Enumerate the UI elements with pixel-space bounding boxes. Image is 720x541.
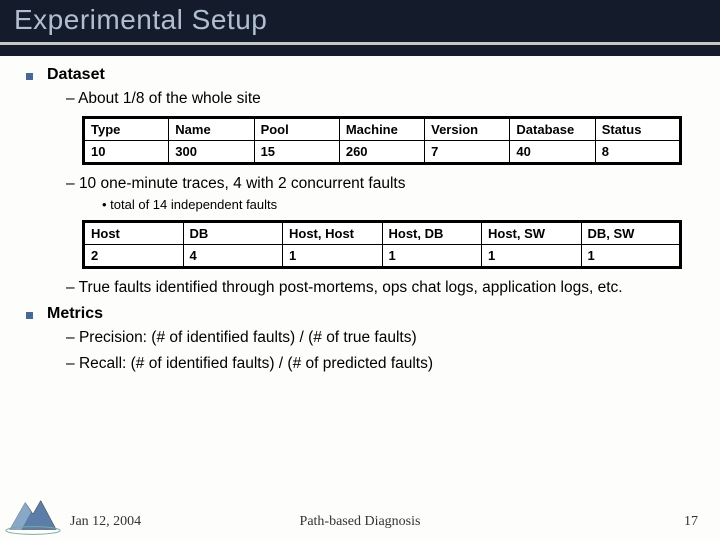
metrics-precision: Precision: (# of identified faults) / (#… xyxy=(66,329,694,347)
cell: DB xyxy=(183,222,283,245)
title-band: Experimental Setup xyxy=(0,0,720,56)
square-bullet-icon xyxy=(26,73,33,80)
dataset-sub1: About 1/8 of the whole site xyxy=(66,90,694,108)
cell: Status xyxy=(595,118,680,141)
cell: 15 xyxy=(254,141,339,164)
cell: Version xyxy=(425,118,510,141)
cell: Host xyxy=(84,222,184,245)
cell: 4 xyxy=(183,245,283,268)
cell: 300 xyxy=(169,141,254,164)
bullet-dataset: Dataset xyxy=(26,66,694,84)
cell: 2 xyxy=(84,245,184,268)
cell: 40 xyxy=(510,141,595,164)
cell: 8 xyxy=(595,141,680,164)
cell: 1 xyxy=(283,245,383,268)
dataset-sub3: True faults identified through post-mort… xyxy=(66,279,694,297)
metrics-heading: Metrics xyxy=(47,305,103,323)
title-underline xyxy=(0,42,720,45)
content-area: Dataset About 1/8 of the whole site Type… xyxy=(0,56,720,373)
table-row: 10 300 15 260 7 40 8 xyxy=(84,141,681,164)
dataset-table2: Host DB Host, Host Host, DB Host, SW DB,… xyxy=(82,220,682,269)
table-row: Type Name Pool Machine Version Database … xyxy=(84,118,681,141)
cell: 260 xyxy=(339,141,424,164)
cell: Host, SW xyxy=(482,222,582,245)
square-bullet-icon xyxy=(26,312,33,319)
cell: 7 xyxy=(425,141,510,164)
dataset-sub2a: total of 14 independent faults xyxy=(102,197,694,212)
dataset-table1: Type Name Pool Machine Version Database … xyxy=(82,116,682,165)
cell: 1 xyxy=(581,245,681,268)
cell: Host, Host xyxy=(283,222,383,245)
table-row: Host DB Host, Host Host, DB Host, SW DB,… xyxy=(84,222,681,245)
cell: Database xyxy=(510,118,595,141)
cell: Host, DB xyxy=(382,222,482,245)
cell: Name xyxy=(169,118,254,141)
cell: Machine xyxy=(339,118,424,141)
table-row: 2 4 1 1 1 1 xyxy=(84,245,681,268)
cell: 1 xyxy=(382,245,482,268)
cell: 10 xyxy=(84,141,169,164)
cell: Type xyxy=(84,118,169,141)
dataset-heading: Dataset xyxy=(47,66,105,84)
slide-title: Experimental Setup xyxy=(0,4,720,36)
footer-center: Path-based Diagnosis xyxy=(0,514,720,530)
cell: DB, SW xyxy=(581,222,681,245)
cell: 1 xyxy=(482,245,582,268)
metrics-recall: Recall: (# of identified faults) / (# of… xyxy=(66,355,694,373)
dataset-sub2: 10 one-minute traces, 4 with 2 concurren… xyxy=(66,175,694,193)
cell: Pool xyxy=(254,118,339,141)
bullet-metrics: Metrics xyxy=(26,305,694,323)
